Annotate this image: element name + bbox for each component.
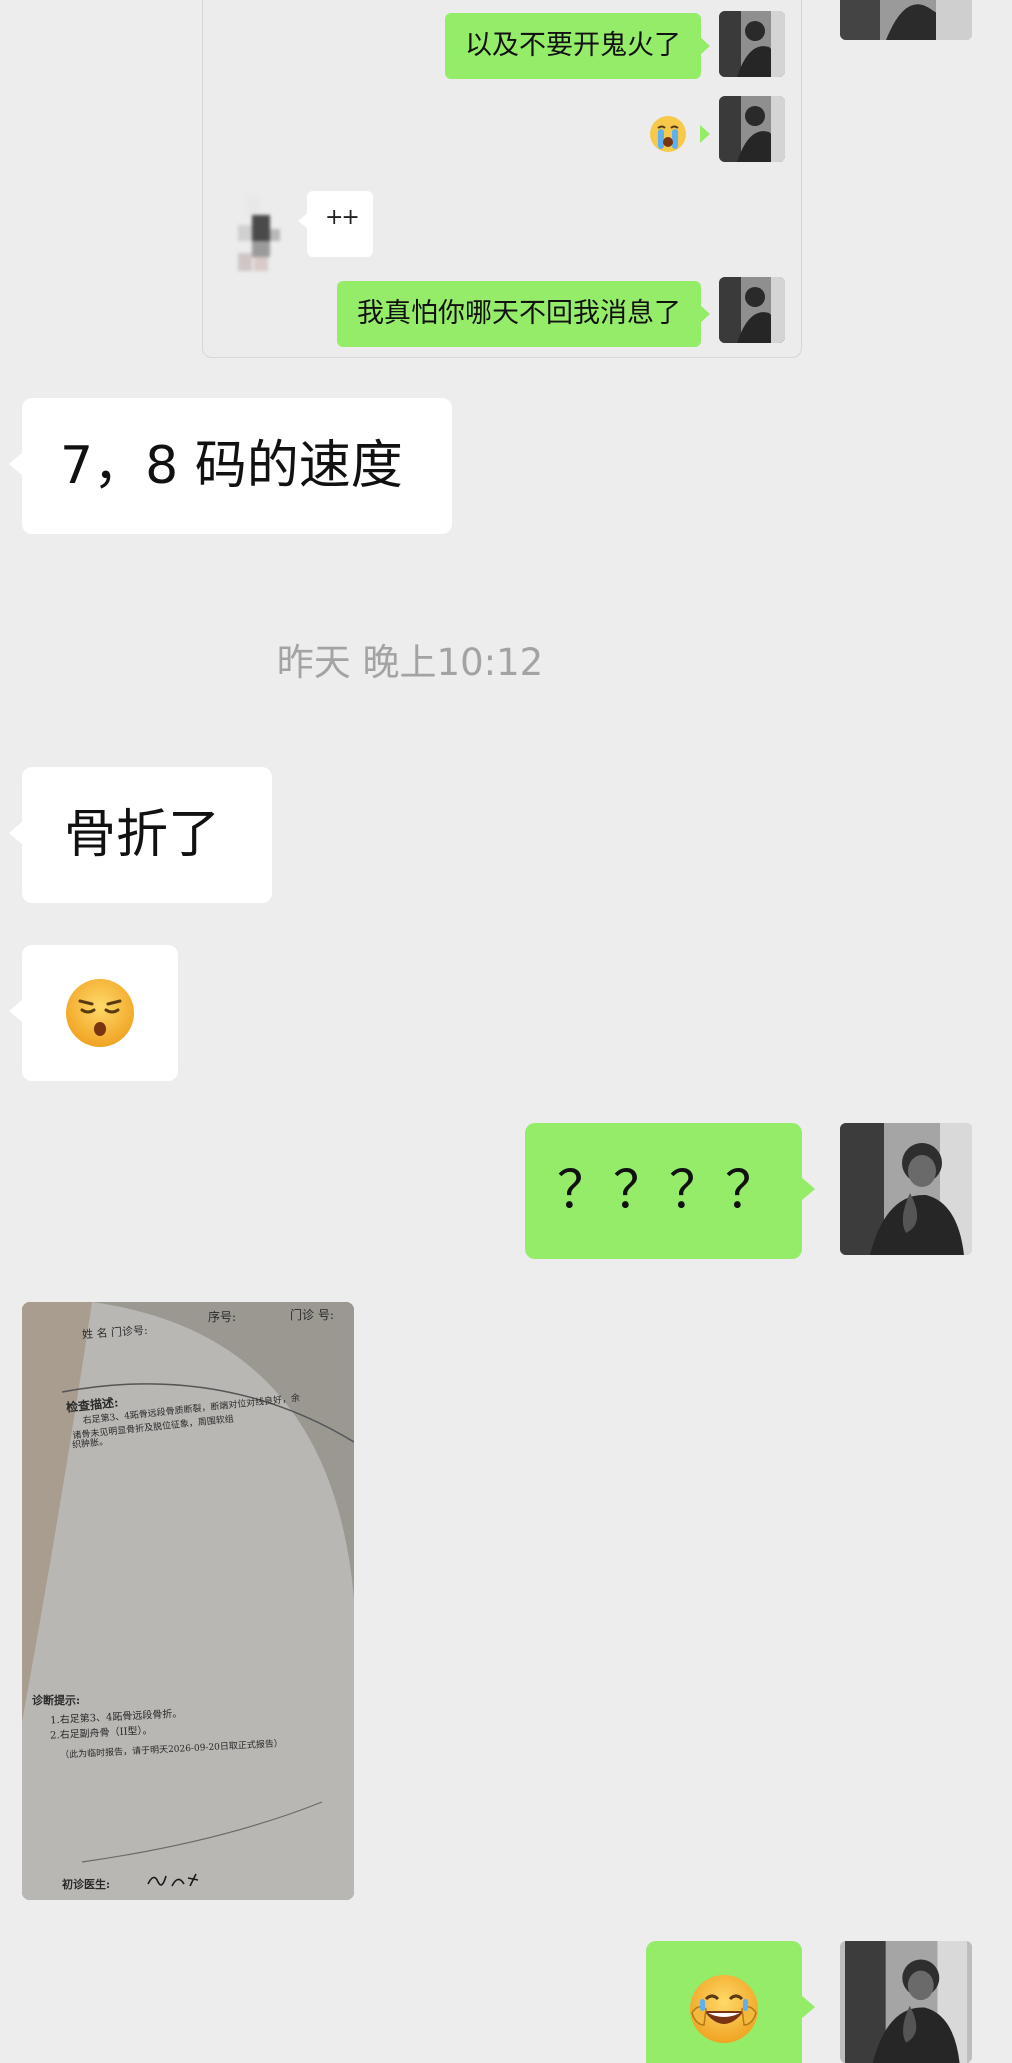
incoming-emoji-message[interactable] bbox=[9, 945, 178, 1081]
message-text: ？？？？ bbox=[557, 1161, 782, 1221]
doctor-signature bbox=[147, 1873, 199, 1887]
user-avatar[interactable] bbox=[840, 1123, 972, 1255]
medical-report-photo[interactable]: 姓 名 门诊号: 序号: 门诊 号: 检查描述: 右足第3、4跖骨远段骨质断裂，… bbox=[22, 1302, 354, 1900]
report-header-right: 门诊 号: bbox=[290, 1308, 334, 1322]
quoted-user-avatar bbox=[719, 11, 785, 77]
sleepy-face-icon bbox=[66, 979, 134, 1047]
quoted-incoming-bubble[interactable]: ++ bbox=[298, 191, 373, 257]
report-doctor-label: 初诊医生: bbox=[62, 1878, 111, 1891]
quoted-chat-panel[interactable]: 以及不要开鬼火了 ++ 我真怕你哪天不回我消息了 bbox=[202, 0, 802, 358]
message-timestamp: 昨天 晚上10:12 bbox=[276, 641, 544, 684]
outgoing-message-question[interactable]: ？？？？ bbox=[525, 1123, 815, 1259]
quoted-message-text: 以及不要开鬼火了 bbox=[465, 30, 681, 61]
incoming-message-fracture[interactable]: 骨折了 bbox=[9, 767, 272, 903]
rolling-on-the-floor-laughing-icon bbox=[690, 1975, 758, 2043]
quoted-user-avatar bbox=[719, 277, 785, 343]
incoming-message-speed[interactable]: 7，8 码的速度 bbox=[9, 398, 452, 534]
report-diagnosis-title: 诊断提示: bbox=[32, 1694, 81, 1707]
message-text: 骨折了 bbox=[64, 805, 221, 865]
report-header-mid: 序号: bbox=[208, 1310, 237, 1324]
user-avatar[interactable] bbox=[840, 1941, 972, 2063]
message-text: 7，8 码的速度 bbox=[60, 436, 403, 496]
quoted-message-text: ++ bbox=[325, 205, 360, 230]
quoted-message-fear[interactable]: 我真怕你哪天不回我消息了 bbox=[337, 281, 710, 347]
quoted-message-text: 我真怕你哪天不回我消息了 bbox=[357, 298, 681, 329]
outgoing-emoji-message[interactable] bbox=[646, 1941, 815, 2063]
report-paper-graphic bbox=[22, 1302, 354, 1900]
quoted-message-ghost-fire[interactable]: 以及不要开鬼火了 bbox=[445, 13, 710, 79]
quoted-user-avatar bbox=[719, 96, 785, 162]
blurred-contact-avatar bbox=[232, 195, 288, 273]
loudly-crying-face-icon bbox=[650, 116, 686, 152]
chat-screen: 以及不要开鬼火了 ++ 我真怕你哪天不回我消息了 7，8 码的速度 昨天 晚上1… bbox=[0, 0, 1012, 2063]
user-avatar-top[interactable] bbox=[840, 0, 972, 40]
